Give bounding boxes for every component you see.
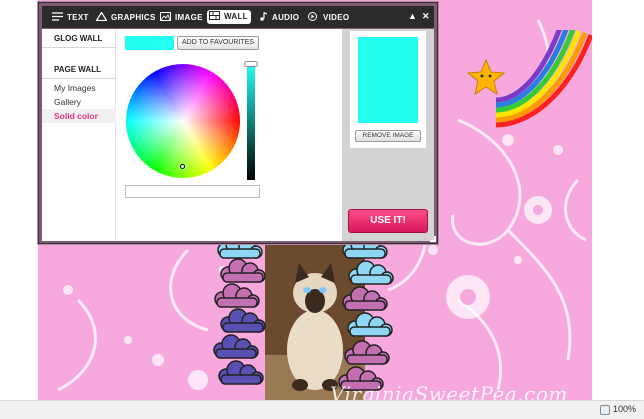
color-value-input[interactable] (125, 185, 260, 198)
preview-column: REMOVE IMAGE USE IT! (342, 29, 434, 241)
use-it-button[interactable]: USE IT! (348, 209, 428, 233)
wall-icon (209, 11, 220, 20)
zoom-icon (599, 404, 610, 415)
current-color-swatch (125, 36, 174, 50)
tab-audio[interactable]: AUDIO (257, 11, 299, 24)
tab-wall[interactable]: WALL (207, 10, 251, 24)
zoom-control[interactable]: 100% (599, 404, 636, 415)
wall-sidebar: GLOG WALL PAGE WALL My Images Gallery So… (42, 29, 116, 241)
collapse-icon[interactable]: ▲ (408, 11, 417, 21)
tab-video[interactable]: VIDEO (308, 11, 349, 24)
tab-text[interactable]: TEXT (52, 11, 89, 24)
close-icon[interactable]: ✕ (422, 11, 430, 22)
tab-graphics[interactable]: GRAPHICS (96, 11, 156, 24)
picture-icon (160, 12, 171, 21)
sidebar-divider (42, 78, 116, 79)
brightness-slider[interactable] (247, 64, 255, 180)
sidebar-page-wall[interactable]: PAGE WALL (54, 65, 101, 74)
brightness-slider-knob[interactable] (244, 61, 258, 67)
triangle-icon (96, 12, 107, 21)
sidebar-glog-wall[interactable]: GLOG WALL (54, 34, 102, 43)
lines-icon (52, 12, 63, 21)
note-icon (260, 12, 268, 21)
color-wheel[interactable] (126, 64, 240, 178)
add-to-favourites-button[interactable]: ADD TO FAVOURITES (177, 36, 259, 50)
remove-image-button[interactable]: REMOVE IMAGE (355, 130, 421, 142)
wall-editor-dialog: TEXT GRAPHICS IMAGE WALL AUDIO VIDEO ▲ ✕… (38, 2, 438, 244)
sidebar-divider (42, 47, 116, 48)
resize-handle[interactable] (430, 236, 436, 242)
preview-card: REMOVE IMAGE (350, 31, 426, 148)
sidebar-item-gallery[interactable]: Gallery (54, 97, 81, 107)
sidebar-item-my-images[interactable]: My Images (54, 83, 96, 93)
editor-toolbar: TEXT GRAPHICS IMAGE WALL AUDIO VIDEO ▲ ✕ (42, 6, 434, 28)
sidebar-item-solid-color[interactable]: Solid color (54, 111, 98, 121)
browser-status-bar: 100% (0, 400, 644, 419)
screen: VirginiaSweetPea.com TEXT GRAPHICS IMAGE… (0, 0, 644, 419)
color-wheel-cursor[interactable] (180, 164, 185, 169)
editor-panel: GLOG WALL PAGE WALL My Images Gallery So… (42, 29, 434, 241)
play-icon (308, 12, 317, 21)
zoom-level: 100% (612, 404, 636, 414)
tab-image[interactable]: IMAGE (160, 11, 203, 24)
wall-preview-image (358, 37, 418, 123)
